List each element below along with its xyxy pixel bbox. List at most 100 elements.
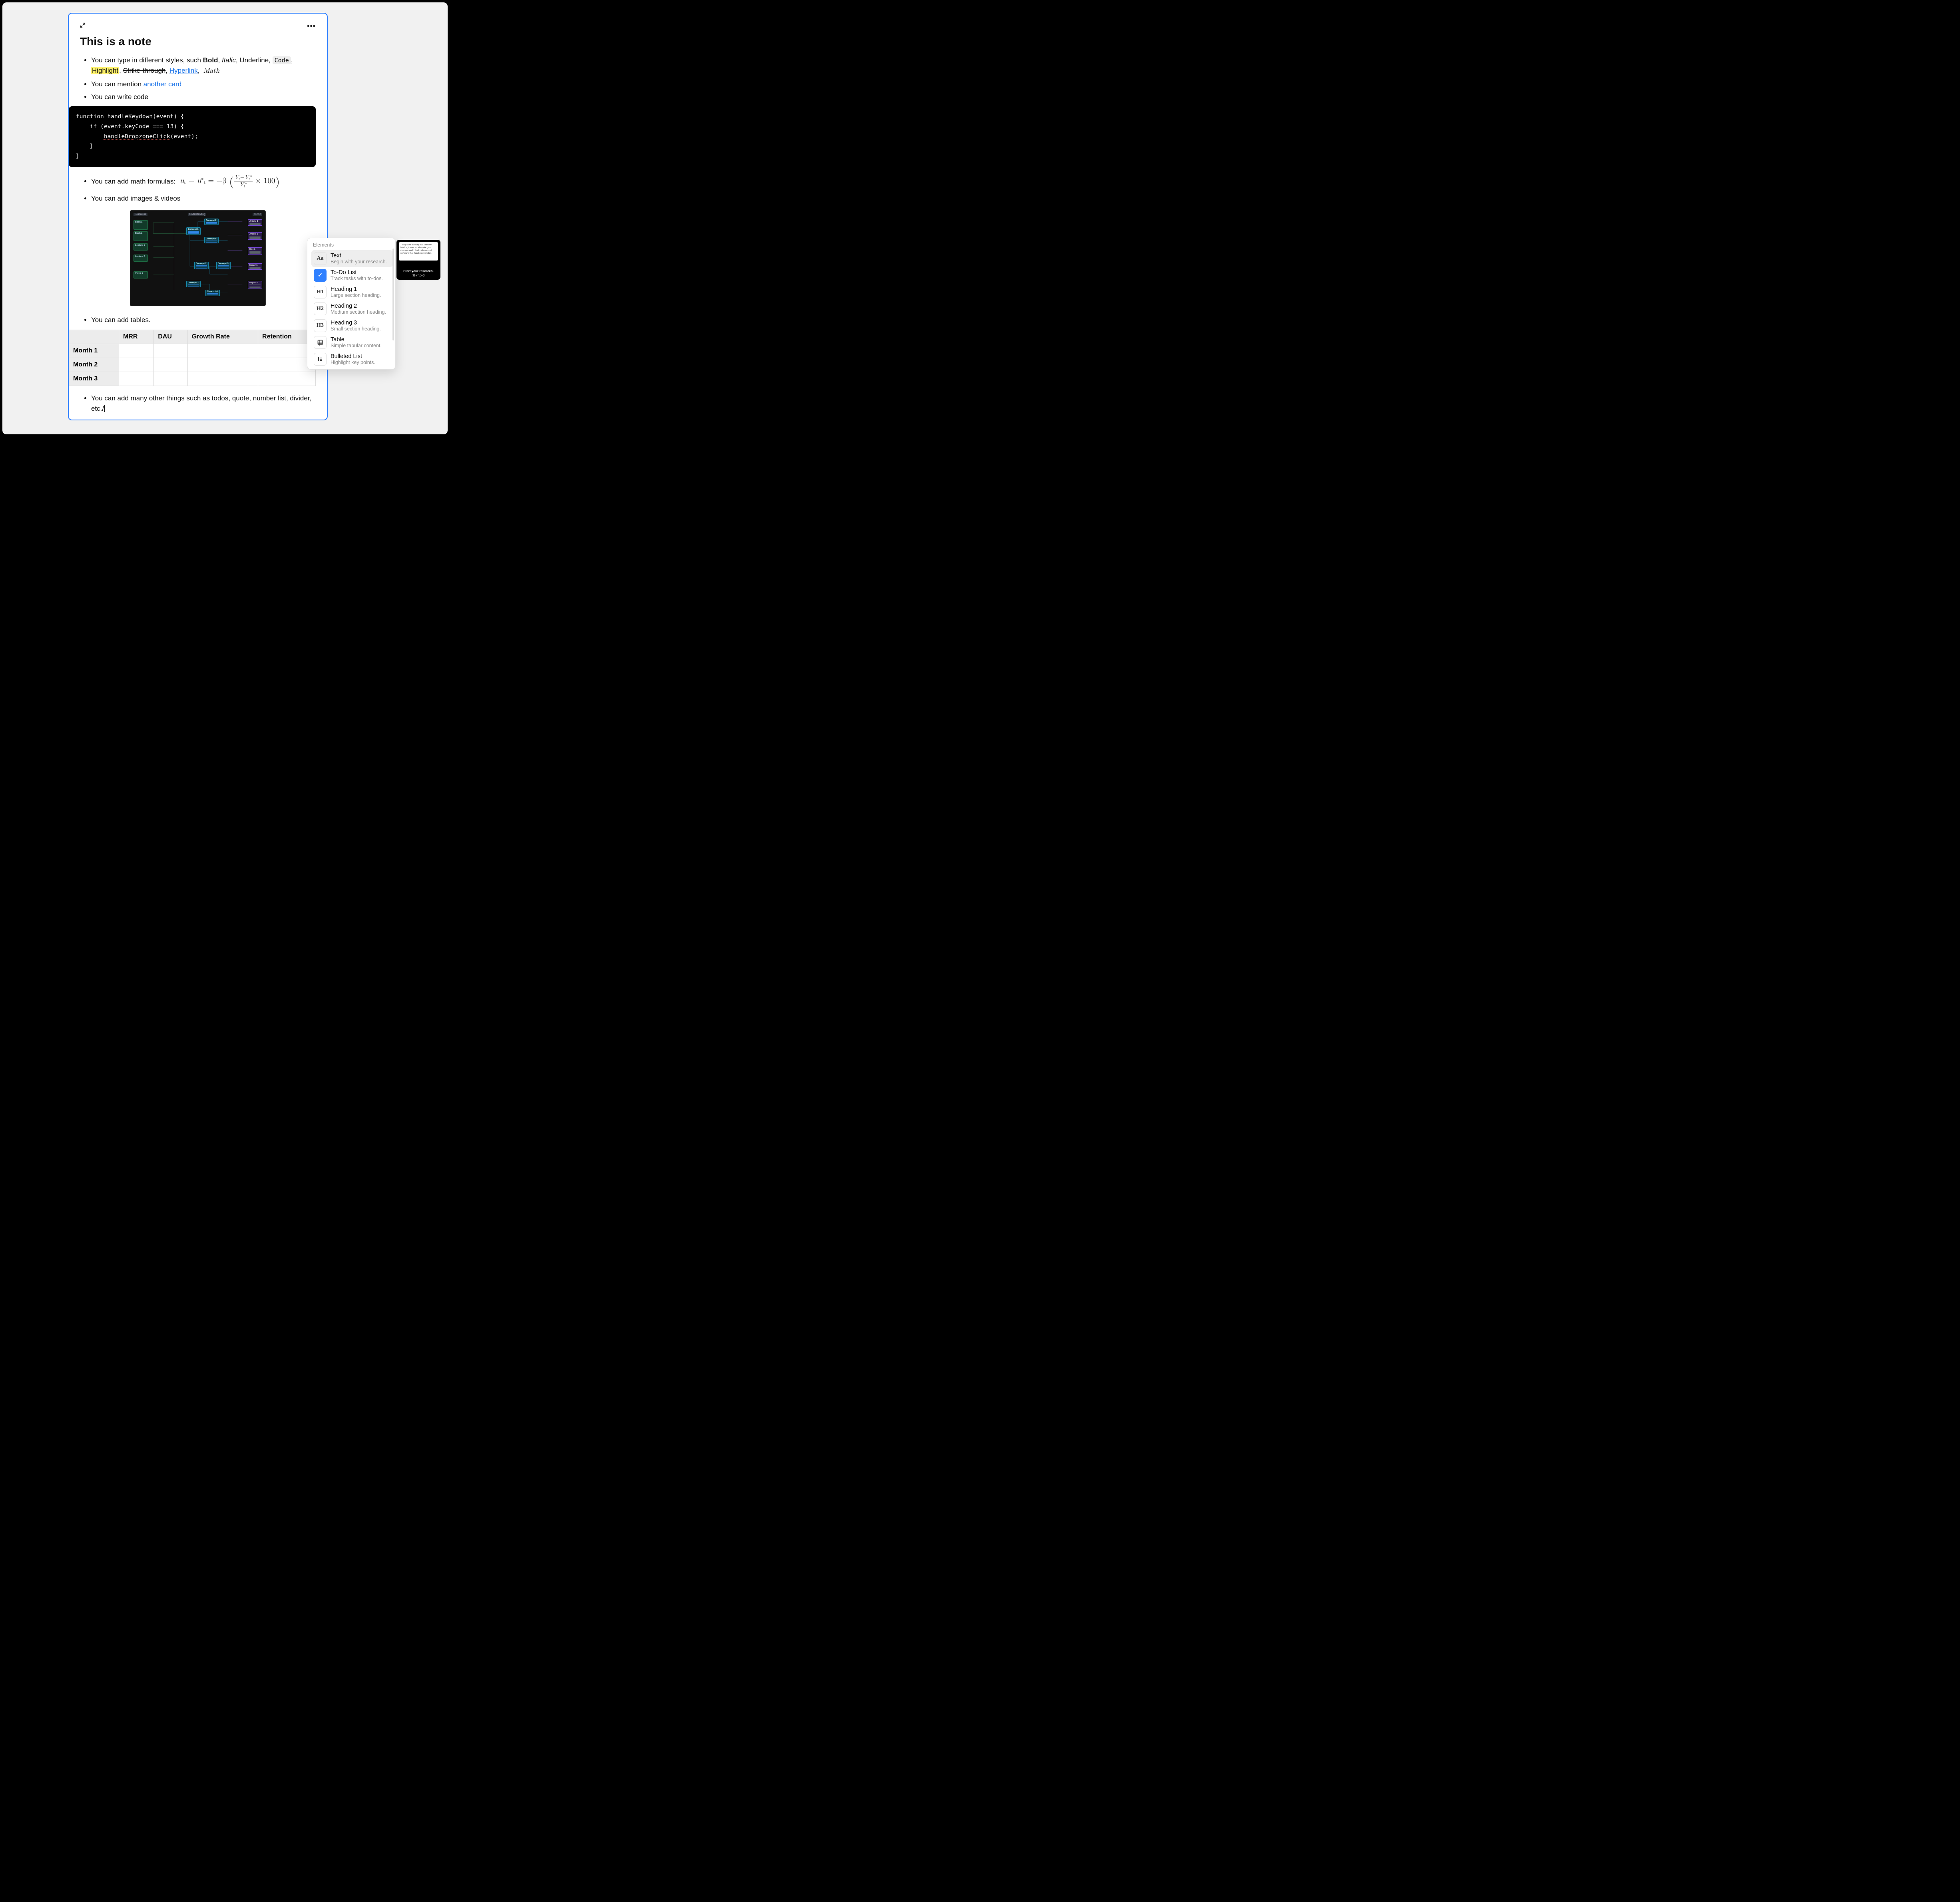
popup-item-title: To-Do List bbox=[331, 269, 383, 276]
data-table[interactable]: MRR DAU Growth Rate Retention Month 1 Mo… bbox=[69, 330, 316, 386]
popup-preview-card: Today was the day that I discov Modus, i… bbox=[396, 240, 440, 280]
img-col-resources: Resources bbox=[133, 213, 147, 216]
todo-icon bbox=[314, 269, 327, 282]
table-cell[interactable] bbox=[187, 344, 258, 358]
elements-popup: Elements Aa TextBegin with your research… bbox=[307, 238, 396, 370]
popup-item-table[interactable]: TableSimple tabular content. bbox=[311, 334, 393, 351]
table-row-header[interactable]: Month 1 bbox=[69, 344, 119, 358]
img-node: Essay 1 bbox=[248, 263, 262, 270]
img-node: Report 1 bbox=[248, 281, 262, 288]
popup-item-h3[interactable]: H3 Heading 3Small section heading. bbox=[311, 317, 393, 334]
text-icon: Aa bbox=[314, 252, 327, 265]
table-cell[interactable] bbox=[119, 372, 154, 386]
popup-item-desc: Track tasks with to-dos. bbox=[331, 276, 383, 281]
preview-body: Today was the day that I discov Modus, i… bbox=[399, 242, 438, 261]
table-header[interactable]: Growth Rate bbox=[187, 330, 258, 344]
table-cell[interactable] bbox=[258, 372, 316, 386]
popup-item-bullet-list[interactable]: Bulleted ListHighlight key points. bbox=[311, 351, 393, 368]
h1-icon: H1 bbox=[314, 286, 327, 298]
mention-link[interactable]: another card bbox=[143, 80, 181, 88]
img-node: Concept 3 bbox=[186, 281, 201, 287]
table-cell[interactable] bbox=[119, 358, 154, 372]
table-header[interactable] bbox=[69, 330, 119, 344]
table-cell[interactable] bbox=[187, 372, 258, 386]
table-cell[interactable] bbox=[154, 358, 188, 372]
embedded-image[interactable]: Resources Understanding Output Book 1 Bo… bbox=[130, 210, 266, 306]
bullet-others[interactable]: You can add many other things such as to… bbox=[91, 393, 316, 414]
preview-shortcut: ⌘+⌥+0 bbox=[399, 274, 438, 277]
table-icon bbox=[314, 336, 327, 349]
style-code: Code bbox=[273, 56, 291, 64]
note-card[interactable]: ••• This is a note You can type in diffe… bbox=[68, 13, 328, 420]
bullet-images[interactable]: You can add images & videos bbox=[91, 193, 316, 204]
popup-item-h1[interactable]: H1 Heading 1Large section heading. bbox=[311, 284, 393, 300]
table-cell[interactable] bbox=[119, 344, 154, 358]
style-hyperlink[interactable]: Hyperlink bbox=[169, 67, 198, 74]
img-node: Book 1 bbox=[133, 220, 148, 230]
popup-item-desc: Large section heading. bbox=[331, 292, 381, 298]
popup-item-title: Heading 2 bbox=[331, 303, 386, 309]
bullet-list-icon bbox=[314, 353, 327, 366]
popup-item-title: Table bbox=[331, 336, 382, 343]
note-body-list-2[interactable]: You can add math formulas: ut − u∗t = −β… bbox=[80, 173, 316, 204]
img-col-understanding: Understanding bbox=[188, 213, 206, 216]
table-row-header[interactable]: Month 3 bbox=[69, 372, 119, 386]
style-highlight: Highlight bbox=[91, 67, 119, 74]
popup-item-desc: Simple tabular content. bbox=[331, 343, 382, 348]
img-node: Article 1 bbox=[248, 219, 262, 226]
popup-item-desc: Small section heading. bbox=[331, 326, 381, 332]
img-node: Concept 4 bbox=[205, 290, 220, 296]
img-node: Doc 1 bbox=[248, 247, 262, 255]
bullet-code-intro[interactable]: You can write code bbox=[91, 92, 316, 102]
bullet-styles[interactable]: You can type in different styles, such B… bbox=[91, 55, 316, 77]
table-cell[interactable] bbox=[187, 358, 258, 372]
table-cell[interactable] bbox=[154, 344, 188, 358]
img-node: Concept 5 bbox=[216, 262, 231, 269]
note-body-list[interactable]: You can type in different styles, such B… bbox=[80, 55, 316, 102]
math-formula: ut − u∗t = −β (Yt−Yt∗Yt∗ × 100) bbox=[180, 173, 280, 191]
table-row: Month 3 bbox=[69, 372, 316, 386]
table-header-row: MRR DAU Growth Rate Retention bbox=[69, 330, 316, 344]
bullet-mention[interactable]: You can mention another card bbox=[91, 79, 316, 90]
note-title[interactable]: This is a note bbox=[80, 35, 316, 48]
img-node: Concept 2 bbox=[204, 219, 219, 225]
popup-item-desc: Medium section heading. bbox=[331, 309, 386, 315]
style-strike: Strike-through bbox=[123, 67, 166, 74]
popup-item-todo[interactable]: To-Do ListTrack tasks with to-dos. bbox=[311, 267, 393, 284]
popup-item-title: Heading 1 bbox=[331, 286, 381, 292]
table-row: Month 1 bbox=[69, 344, 316, 358]
popup-item-text[interactable]: Aa TextBegin with your research. bbox=[311, 250, 393, 267]
table-cell[interactable] bbox=[154, 372, 188, 386]
code-fn-call: handleDropzoneClick bbox=[104, 133, 170, 140]
preview-caption: Start your research. bbox=[399, 269, 438, 273]
more-icon[interactable]: ••• bbox=[307, 22, 316, 30]
img-node: Lecture 1 bbox=[133, 243, 148, 251]
img-node: Video 1 bbox=[133, 271, 148, 279]
table-header[interactable]: MRR bbox=[119, 330, 154, 344]
img-node: Concept 6 bbox=[204, 237, 219, 243]
table-header[interactable]: DAU bbox=[154, 330, 188, 344]
table-row-header[interactable]: Month 2 bbox=[69, 358, 119, 372]
popup-item-title: Text bbox=[331, 253, 387, 259]
style-math: Math bbox=[203, 68, 219, 74]
img-node: Concept 7 bbox=[194, 262, 209, 269]
popup-item-desc: Highlight key points. bbox=[331, 360, 375, 365]
popup-header: Elements bbox=[313, 242, 391, 248]
bullet-tables[interactable]: You can add tables. bbox=[91, 315, 316, 325]
img-col-output: Output bbox=[253, 213, 262, 216]
img-node: Book 2 bbox=[133, 231, 148, 241]
h3-icon: H3 bbox=[314, 319, 327, 332]
popup-scrollbar[interactable] bbox=[392, 249, 394, 340]
style-bold: Bold bbox=[203, 56, 218, 64]
style-italic: Italic bbox=[222, 56, 236, 64]
h2-icon: H2 bbox=[314, 302, 327, 315]
popup-item-title: Bulleted List bbox=[331, 353, 375, 360]
popup-item-h2[interactable]: H2 Heading 2Medium section heading. bbox=[311, 300, 393, 317]
style-underline: Underline bbox=[239, 56, 269, 64]
expand-icon[interactable] bbox=[80, 22, 86, 30]
img-node: Article 2 bbox=[248, 232, 262, 240]
code-block[interactable]: function handleKeydown(event) { if (even… bbox=[69, 106, 316, 167]
popup-item-title: Heading 3 bbox=[331, 320, 381, 326]
bullet-math[interactable]: You can add math formulas: ut − u∗t = −β… bbox=[91, 173, 316, 191]
img-node: Concept 1 bbox=[186, 227, 201, 235]
